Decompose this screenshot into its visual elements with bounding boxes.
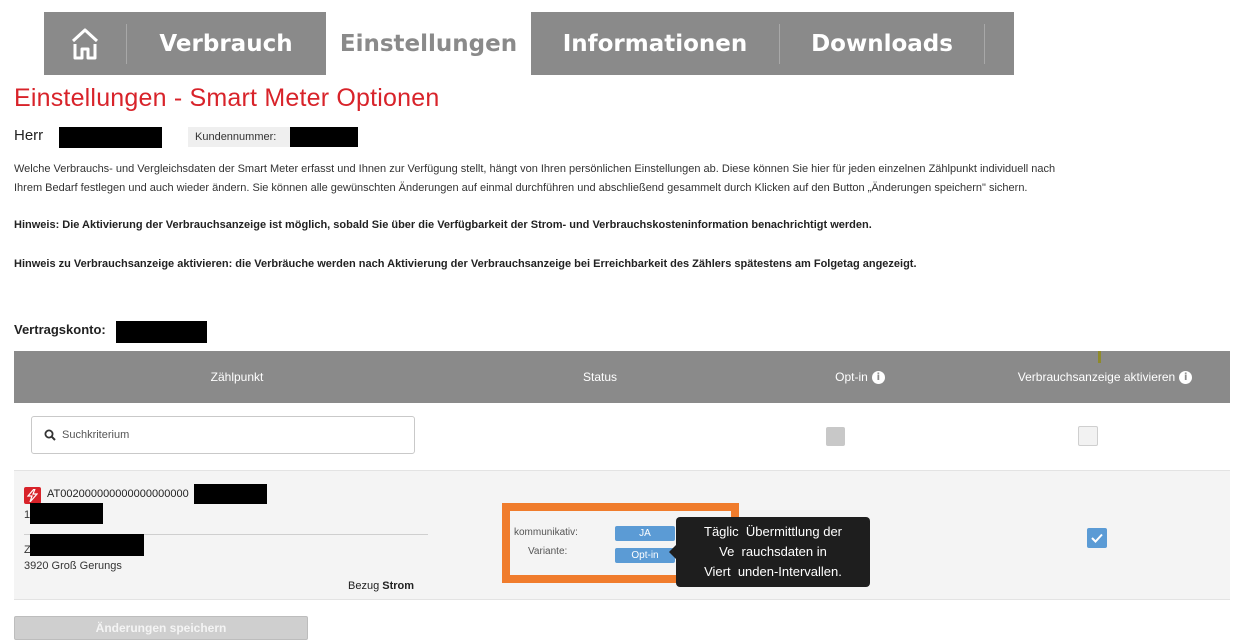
address-city: 3920 Groß Gerungs — [24, 560, 122, 572]
header-optin-label: Opt-in — [835, 370, 868, 384]
customer-salutation: Herr — [14, 127, 44, 144]
tooltip-line2: Ve rauchsdaten in — [719, 544, 827, 559]
verbrauchsanzeige-checkbox[interactable] — [1087, 528, 1107, 548]
hint-activation: Hinweis: Die Aktivierung der Verbrauchsa… — [14, 219, 872, 231]
redacted-customer-name — [59, 127, 162, 148]
info-icon[interactable]: i — [871, 370, 885, 384]
kommunikativ-badge: JA — [615, 526, 675, 541]
search-icon — [44, 429, 56, 441]
header-zaehlpunkt: Zählpunkt — [210, 370, 264, 384]
verbrauchsanzeige-filter-checkbox[interactable] — [1078, 426, 1098, 446]
tab-einstellungen[interactable]: Einstellungen — [326, 12, 531, 75]
search-input[interactable]: Suchkriterium — [31, 416, 415, 454]
tooltip-line3: Viert unden-Intervallen. — [704, 564, 842, 579]
redacted-customer-number — [290, 127, 358, 147]
optin-filter-checkbox[interactable] — [826, 427, 845, 446]
customer-number-text: Kundennummer: — [195, 131, 277, 143]
supply-type-label: Bezug — [348, 580, 380, 592]
account-label: Vertragskonto: — [14, 322, 106, 337]
main-tab-bar: Verbrauch Einstellungen Informationen Do… — [44, 12, 1199, 75]
redacted-address — [30, 534, 144, 556]
header-status: Status — [582, 370, 618, 384]
redacted-meter-line2 — [30, 503, 103, 524]
redacted-account-number — [116, 321, 207, 343]
header-optin: Opt-in i — [740, 351, 980, 403]
page-title: Einstellungen - Smart Meter Optionen — [14, 84, 440, 112]
tab-downloads[interactable]: Downloads — [780, 12, 984, 75]
checkmark-icon — [1091, 533, 1103, 543]
supply-type: Bezug Strom — [348, 580, 414, 592]
supply-type-value: Strom — [382, 580, 415, 592]
home-icon — [71, 28, 99, 59]
hint-display: Hinweis zu Verbrauchsanzeige aktivieren:… — [14, 258, 917, 270]
tab-informationen[interactable]: Informationen — [532, 12, 778, 75]
tooltip: Täglic Übermittlung der Ve rauchsdaten i… — [676, 517, 870, 587]
tab-datenfreigabe[interactable]: Datenfreigabe — [985, 12, 1215, 75]
intro-text-1: Welche Verbrauchs- und Vergleichsdaten d… — [14, 163, 1056, 175]
header-marker — [1098, 351, 1101, 363]
electricity-icon — [24, 487, 41, 504]
save-changes-button[interactable]: Änderungen speichern — [14, 616, 308, 640]
variante-badge[interactable]: Opt-in — [615, 548, 675, 563]
header-verbrauchsanzeige-label: Verbrauchsanzeige aktivieren — [1017, 370, 1176, 384]
header-verbrauchsanzeige: Verbrauchsanzeige aktivieren i — [980, 351, 1230, 403]
kommunikativ-label: kommunikativ: — [514, 527, 578, 538]
tab-home[interactable] — [44, 12, 126, 75]
search-placeholder: Suchkriterium — [62, 429, 130, 441]
meter-point-id: AT002000000000000000000 — [47, 488, 189, 500]
tooltip-arrow — [669, 545, 676, 559]
variante-label: Variante: — [528, 546, 568, 557]
redacted-meter-point-suffix — [194, 484, 267, 504]
tab-verbrauch[interactable]: Verbrauch — [127, 12, 325, 75]
table-header: Zählpunkt Status Opt-in i Verbrauchsanze… — [14, 351, 1230, 403]
intro-text-2: Ihrem Bedarf festlegen und auch wieder ä… — [14, 182, 1028, 194]
info-icon[interactable]: i — [1179, 370, 1193, 384]
tooltip-line1: Täglic Übermittlung der — [704, 524, 842, 539]
